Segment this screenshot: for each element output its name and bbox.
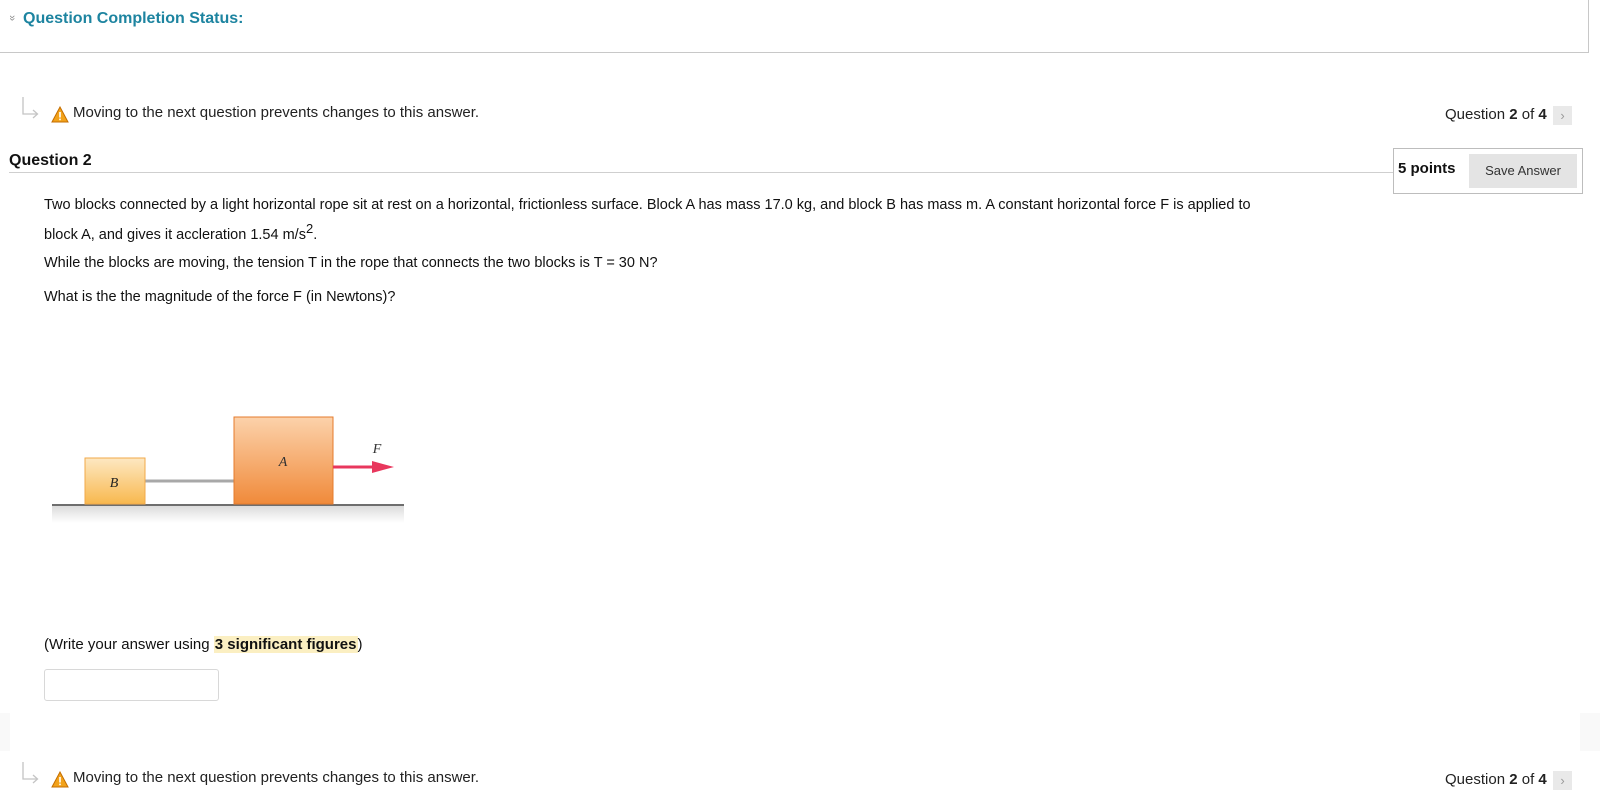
question-nav-bottom: Moving to the next question prevents cha… bbox=[0, 761, 1600, 797]
question-paragraph-2: While the blocks are moving, the tension… bbox=[44, 255, 658, 271]
question-paragraph-1: Two blocks connected by a light horizont… bbox=[44, 193, 1344, 247]
force-label: F bbox=[372, 442, 382, 457]
answer-hint: (Write your answer using 3 significant f… bbox=[44, 636, 363, 653]
block-a-label: A bbox=[278, 455, 288, 470]
warning-message: Moving to the next question prevents cha… bbox=[73, 104, 480, 121]
question-position-prefix: Question bbox=[1445, 771, 1506, 788]
question-nav-top: Moving to the next question prevents cha… bbox=[0, 96, 1600, 132]
question-divider bbox=[9, 172, 1394, 173]
next-question-button[interactable]: › bbox=[1553, 106, 1572, 125]
floor-shadow bbox=[52, 506, 404, 523]
expand-chevron-icon[interactable]: » bbox=[6, 15, 18, 21]
paragraph-1-line-2: block A, and gives it accleration 1.54 m… bbox=[44, 226, 306, 243]
question-total-number: 4 bbox=[1538, 106, 1547, 123]
block-b-label: B bbox=[110, 476, 119, 491]
status-title[interactable]: Question Completion Status: bbox=[23, 10, 243, 28]
question-current-number: 2 bbox=[1509, 106, 1518, 123]
indent-arrow-icon bbox=[22, 97, 39, 119]
question-heading: Question 2 bbox=[9, 152, 92, 169]
question-points: 5 points bbox=[1398, 160, 1456, 177]
paragraph-1-end: . bbox=[313, 226, 318, 243]
question-current-number: 2 bbox=[1509, 771, 1518, 788]
next-question-button[interactable]: › bbox=[1553, 771, 1572, 790]
hint-prefix: (Write your answer using bbox=[44, 636, 214, 653]
warning-icon bbox=[51, 106, 69, 123]
indent-arrow-icon bbox=[22, 762, 39, 784]
hint-suffix: ) bbox=[357, 636, 363, 653]
question-position: Question 2 of 4 bbox=[1445, 771, 1547, 788]
save-answer-button[interactable]: Save Answer bbox=[1469, 154, 1577, 188]
warning-icon bbox=[51, 771, 69, 788]
warning-message: Moving to the next question prevents cha… bbox=[73, 769, 480, 786]
blocks-force-diagram: B A F bbox=[52, 416, 404, 523]
points-box: 5 points Save Answer bbox=[1393, 148, 1583, 194]
question-completion-status-bar[interactable]: » Question Completion Status: bbox=[0, 0, 1589, 53]
question-total-number: 4 bbox=[1538, 771, 1547, 788]
question-position: Question 2 of 4 bbox=[1445, 106, 1547, 123]
question-footer-band bbox=[0, 713, 1600, 751]
question-position-of: of bbox=[1521, 771, 1535, 788]
question-position-of: of bbox=[1521, 106, 1535, 123]
question-paragraph-3: What is the the magnitude of the force F… bbox=[44, 289, 396, 305]
footer-inner bbox=[10, 713, 1580, 751]
hint-significant-figures: 3 significant figures bbox=[213, 636, 358, 653]
paragraph-1-line-1: Two blocks connected by a light horizont… bbox=[44, 197, 1251, 213]
question-position-prefix: Question bbox=[1445, 106, 1506, 123]
answer-input[interactable] bbox=[44, 669, 219, 701]
force-arrow-head bbox=[372, 461, 394, 473]
